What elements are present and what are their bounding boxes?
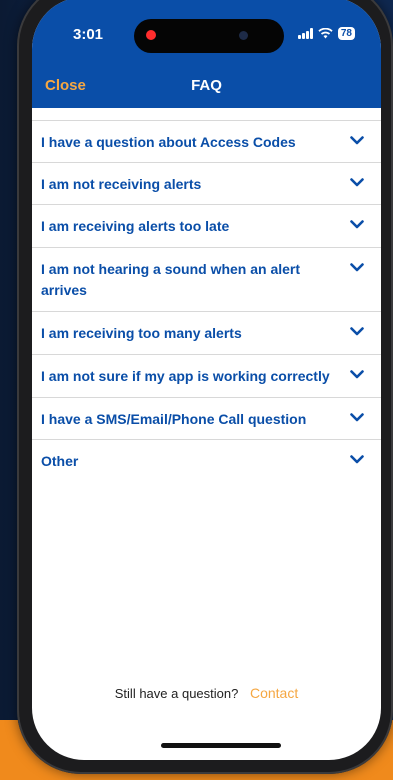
chevron-down-icon (350, 178, 364, 187)
footer: Still have a question? Contact (32, 685, 381, 701)
faq-question: I am not hearing a sound when an alert a… (41, 261, 301, 298)
wifi-icon (318, 28, 333, 39)
phone-frame: 3:01 78 Close FAQ I have a question abou… (17, 0, 393, 774)
recording-indicator-icon (146, 30, 156, 40)
faq-question: I am not receiving alerts (41, 176, 202, 192)
contact-link[interactable]: Contact (250, 685, 298, 701)
faq-item[interactable]: I am receiving too many alerts (32, 311, 381, 354)
signal-icon (297, 28, 313, 39)
faq-item[interactable]: I am receiving alerts too late (32, 204, 381, 247)
chevron-down-icon (350, 370, 364, 379)
faq-question: I am receiving too many alerts (41, 325, 242, 341)
chevron-down-icon (350, 263, 364, 272)
faq-item[interactable]: I am not receiving alerts (32, 162, 381, 204)
faq-item[interactable]: I am not sure if my app is working corre… (32, 354, 381, 397)
status-icons: 78 (297, 27, 355, 40)
faq-list: I have a question about Access Codes I a… (32, 120, 381, 481)
faq-item[interactable]: Other (32, 439, 381, 481)
app-header: 3:01 78 Close FAQ (32, 0, 381, 108)
dynamic-island (134, 19, 284, 53)
faq-item[interactable]: I have a SMS/Email/Phone Call question (32, 397, 381, 439)
faq-question: I am not sure if my app is working corre… (41, 368, 330, 384)
faq-question: I have a SMS/Email/Phone Call question (41, 411, 307, 427)
footer-prompt: Still have a question? (114, 686, 239, 701)
faq-question: I am receiving alerts too late (41, 218, 230, 234)
chevron-down-icon (350, 136, 364, 145)
chevron-down-icon (350, 327, 364, 336)
app-screen: 3:01 78 Close FAQ I have a question abou… (32, 0, 381, 760)
faq-question: I have a question about Access Codes (41, 134, 296, 150)
chevron-down-icon (350, 455, 364, 464)
camera-icon (239, 31, 248, 40)
home-indicator[interactable] (161, 743, 281, 748)
page-title: FAQ (191, 77, 222, 94)
faq-question: Other (41, 453, 79, 469)
faq-item[interactable]: I have a question about Access Codes (32, 120, 381, 162)
chevron-down-icon (350, 413, 364, 422)
status-time: 3:01 (73, 26, 104, 43)
battery-icon: 78 (337, 27, 355, 40)
chevron-down-icon (350, 220, 364, 229)
faq-item[interactable]: I am not hearing a sound when an alert a… (32, 247, 381, 311)
